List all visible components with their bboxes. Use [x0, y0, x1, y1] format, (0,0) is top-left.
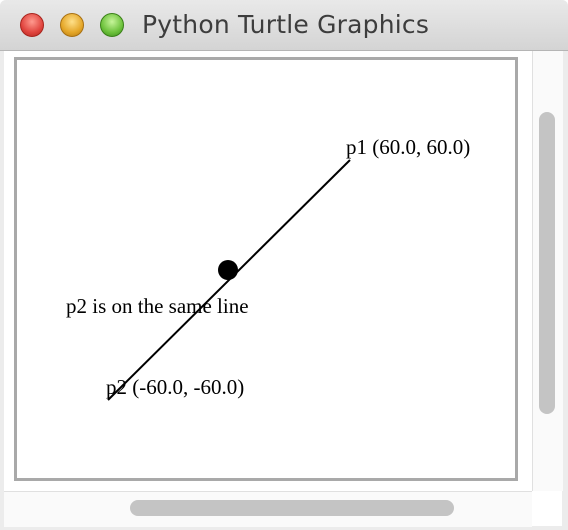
label-message: p2 is on the same line: [66, 294, 249, 318]
label-p1: p1 (60.0, 60.0): [346, 135, 470, 159]
label-p2: p2 (-60.0, -60.0): [106, 375, 244, 399]
line-p1-p2: [107, 159, 351, 401]
turtle-dot: [218, 260, 238, 280]
turtle-drawing: p1 (60.0, 60.0) p2 is on the same line p…: [66, 135, 470, 401]
